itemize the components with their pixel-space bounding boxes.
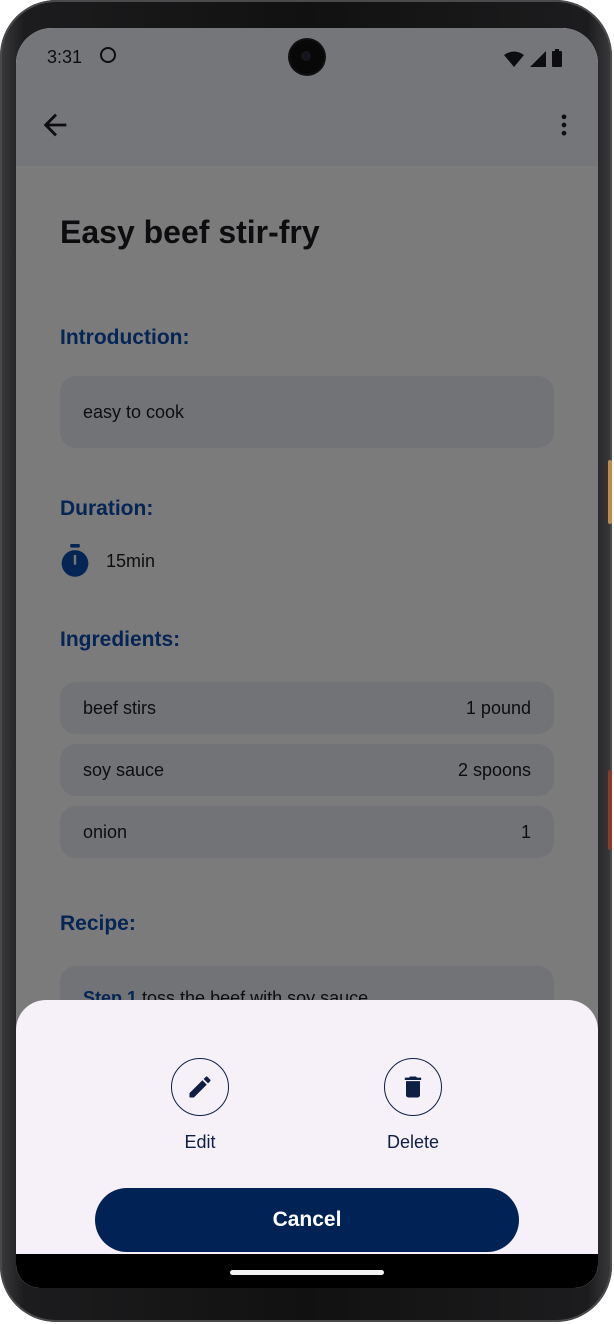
delete-button[interactable]: [384, 1058, 442, 1116]
navigation-bar: [16, 1254, 598, 1288]
delete-label: Delete: [386, 1132, 440, 1152]
delete-action[interactable]: Delete: [353, 1058, 473, 1153]
side-button-accent: [608, 770, 612, 850]
edit-label: Edit: [184, 1132, 216, 1152]
edit-action[interactable]: Edit: [140, 1058, 260, 1153]
delete-icon: [404, 1076, 422, 1098]
screen: 3:31 Easy beef stir-fry Introduction: ea…: [16, 28, 598, 1288]
side-button-accent: [608, 460, 612, 524]
phone-frame: 3:31 Easy beef stir-fry Introduction: ea…: [0, 0, 612, 1322]
home-gesture-handle[interactable]: [230, 1270, 384, 1275]
bottom-sheet: Edit Delete Cancel: [16, 1000, 598, 1288]
edit-button[interactable]: [171, 1058, 229, 1116]
cancel-button[interactable]: Cancel: [95, 1188, 519, 1252]
edit-icon: [189, 1076, 211, 1098]
